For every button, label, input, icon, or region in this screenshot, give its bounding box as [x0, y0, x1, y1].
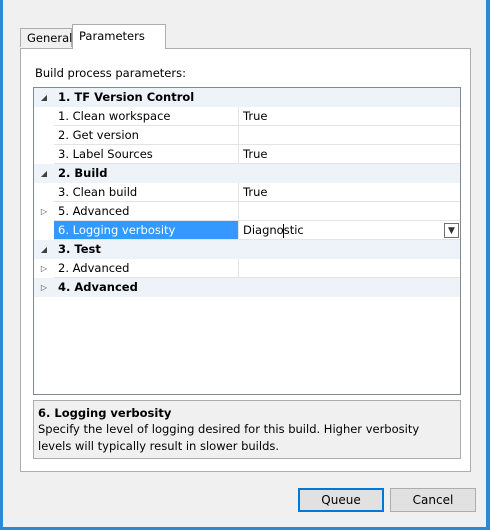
- logging-verbosity-value[interactable]: Diagnostic: [239, 221, 460, 240]
- property-name: 3. Label Sources: [54, 145, 239, 164]
- cancel-button[interactable]: Cancel: [390, 488, 476, 512]
- category-row-test[interactable]: ◢ 3. Test: [34, 240, 460, 259]
- property-name: 3. Clean build: [54, 183, 239, 202]
- category-row-tf-version-control[interactable]: ◢ 1. TF Version Control: [34, 88, 460, 107]
- property-row-clean-workspace[interactable]: 1. Clean workspace True: [34, 107, 460, 126]
- triangle-collapsed-icon[interactable]: ▷: [34, 202, 54, 221]
- tab-parameters[interactable]: Parameters: [72, 24, 166, 49]
- description-text: Specify the level of logging desired for…: [38, 422, 420, 453]
- chevron-down-icon[interactable]: ▼: [444, 223, 459, 238]
- window-border-left: [0, 0, 3, 530]
- category-label: 4. Advanced: [58, 280, 138, 294]
- category-label: 3. Test: [58, 242, 101, 256]
- description-pane: 6. Logging verbosity Specify the level o…: [33, 400, 461, 459]
- property-row-label-sources[interactable]: 3. Label Sources True: [34, 145, 460, 164]
- category-row-build[interactable]: ◢ 2. Build: [34, 164, 460, 183]
- property-row-test-advanced[interactable]: ▷ 2. Advanced: [34, 259, 460, 278]
- property-row-logging-verbosity[interactable]: 6. Logging verbosity Diagnostic ▼: [34, 221, 460, 240]
- queue-button[interactable]: Queue: [298, 488, 384, 512]
- category-label: 1. TF Version Control: [58, 90, 195, 104]
- property-value[interactable]: True: [239, 107, 460, 126]
- property-value[interactable]: [239, 126, 460, 145]
- window-border-right: [486, 0, 490, 530]
- property-row-get-version[interactable]: 2. Get version: [34, 126, 460, 145]
- text-caret: [283, 224, 284, 238]
- property-grid: ◢ 1. TF Version Control 1. Clean workspa…: [33, 87, 461, 395]
- property-value[interactable]: True: [239, 183, 460, 202]
- property-row-clean-build[interactable]: 3. Clean build True: [34, 183, 460, 202]
- category-label: 2. Build: [58, 166, 108, 180]
- triangle-collapsed-icon[interactable]: ▷: [34, 278, 54, 297]
- property-value[interactable]: [239, 202, 460, 221]
- property-name: 6. Logging verbosity: [54, 221, 239, 240]
- property-name: 2. Advanced: [54, 259, 239, 278]
- description-title: 6. Logging verbosity: [38, 406, 172, 420]
- build-process-parameters-label: Build process parameters:: [35, 66, 186, 80]
- triangle-expanded-icon[interactable]: ◢: [34, 240, 54, 259]
- property-name: 2. Get version: [54, 126, 239, 145]
- property-name: 1. Clean workspace: [54, 107, 239, 126]
- triangle-collapsed-icon[interactable]: ▷: [34, 259, 54, 278]
- triangle-expanded-icon[interactable]: ◢: [34, 88, 54, 107]
- property-value[interactable]: True: [239, 145, 460, 164]
- property-row-build-advanced[interactable]: ▷ 5. Advanced: [34, 202, 460, 221]
- parameters-panel: Build process parameters: ◢ 1. TF Versio…: [20, 48, 471, 472]
- triangle-expanded-icon[interactable]: ◢: [34, 164, 54, 183]
- property-name: 5. Advanced: [54, 202, 239, 221]
- tab-general[interactable]: General: [20, 28, 72, 47]
- property-value[interactable]: [239, 259, 460, 278]
- category-row-advanced[interactable]: ▷ 4. Advanced: [34, 278, 460, 297]
